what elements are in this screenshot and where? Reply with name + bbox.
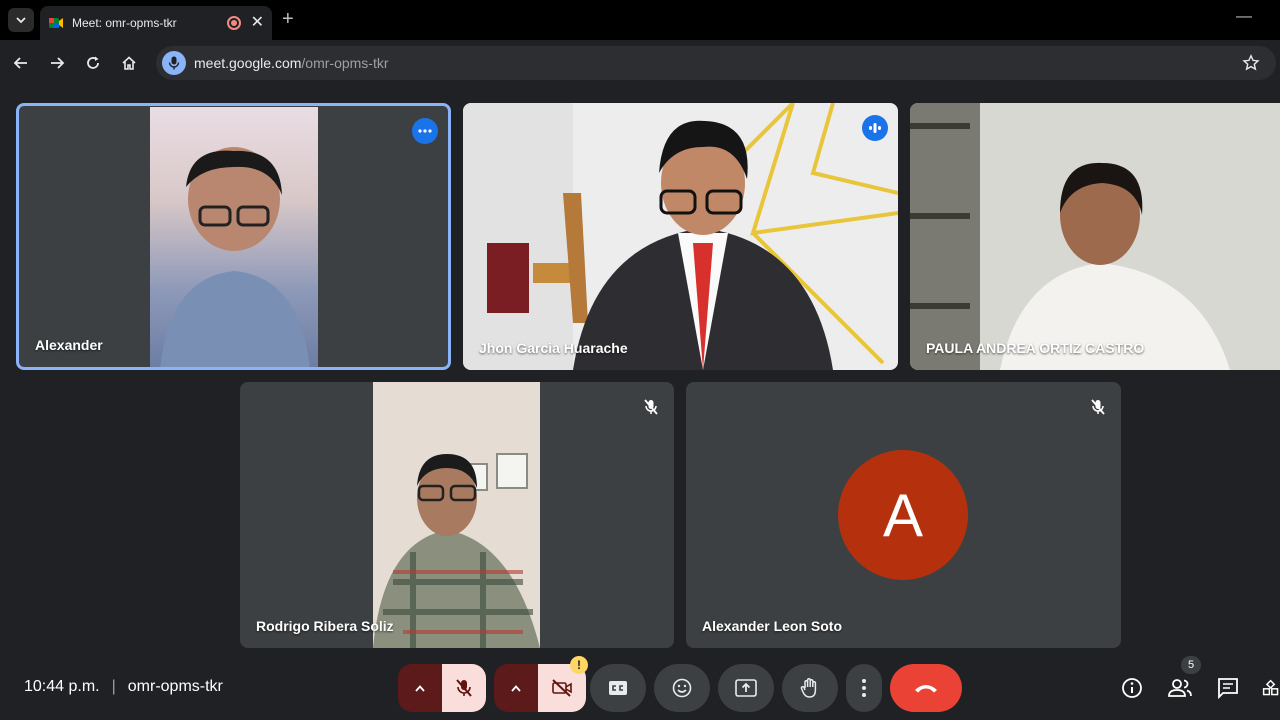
participant-name: Alexander: [35, 337, 103, 353]
audio-options-button[interactable]: [398, 664, 442, 712]
chevron-up-icon: [511, 685, 521, 692]
more-options-icon[interactable]: [412, 118, 438, 144]
toggle-microphone-button[interactable]: [442, 664, 486, 712]
person-silhouette: [910, 103, 1230, 370]
browser-toolbar: meet.google.com/omr-opms-tkr: [0, 40, 1280, 86]
toggle-camera-button[interactable]: !: [538, 656, 588, 712]
microphone-off-icon: [456, 679, 472, 697]
new-tab-button[interactable]: +: [282, 9, 294, 29]
participant-tile[interactable]: Jhon Garcia Huarache: [463, 103, 898, 370]
reload-button[interactable]: [82, 52, 104, 74]
microphone-muted-icon: [1091, 399, 1105, 415]
participant-tile[interactable]: Rodrigo Ribera Soliz: [240, 382, 674, 648]
camera-control: !: [494, 656, 588, 712]
reactions-button[interactable]: [654, 664, 710, 712]
home-icon: [122, 56, 136, 70]
tab-strip: Meet: omr-opms-tkr ✕ + —: [0, 0, 1280, 40]
home-button[interactable]: [118, 52, 140, 74]
chevron-up-icon: [415, 685, 425, 692]
microphone-control: [398, 664, 486, 712]
microphone-muted-icon: [644, 399, 658, 415]
person-silhouette: [373, 453, 540, 648]
reload-icon: [87, 56, 99, 69]
clock: 10:44 p.m.: [24, 678, 100, 695]
arrow-right-icon: [51, 57, 65, 69]
google-meet-icon: [49, 18, 63, 28]
meeting-controls-bar: 10:44 p.m. | omr-opms-tkr ! 5: [0, 656, 1280, 720]
meeting-code: omr-opms-tkr: [127, 678, 223, 695]
person-silhouette: [463, 103, 898, 370]
activities-icon: [1262, 679, 1279, 696]
present-screen-button[interactable]: [718, 664, 774, 712]
camera-off-icon: [552, 679, 572, 697]
present-screen-icon: [735, 679, 757, 697]
more-options-button[interactable]: [846, 664, 882, 712]
captions-button[interactable]: [590, 664, 646, 712]
participant-name: Rodrigo Ribera Soliz: [256, 618, 394, 634]
browser-tab[interactable]: Meet: omr-opms-tkr ✕: [40, 6, 272, 40]
activities-button[interactable]: [1262, 674, 1280, 702]
participant-tile[interactable]: A Alexander Leon Soto: [686, 382, 1121, 648]
chat-icon: [1218, 678, 1238, 699]
more-vert-icon: [862, 679, 866, 697]
video-options-button[interactable]: [494, 664, 538, 712]
speaking-indicator-icon: [862, 115, 888, 141]
end-call-icon: [915, 685, 937, 693]
meeting-details-button[interactable]: [1118, 674, 1146, 702]
chevron-down-icon: [16, 17, 26, 24]
participant-video: [373, 382, 540, 648]
recording-icon: [226, 16, 241, 30]
people-count-badge: 5: [1181, 656, 1201, 674]
tab-search-button[interactable]: [8, 8, 34, 32]
hand-icon: [800, 678, 817, 698]
participant-name: PAULA ANDREA ORTIZ CASTRO: [926, 340, 1145, 356]
participant-name: Alexander Leon Soto: [702, 618, 843, 634]
participant-video: [910, 103, 1280, 370]
bookmark-star-icon[interactable]: [1242, 54, 1260, 72]
separator: |: [111, 678, 116, 695]
people-button[interactable]: [1166, 674, 1194, 702]
back-button[interactable]: [10, 52, 32, 74]
raise-hand-button[interactable]: [782, 664, 838, 712]
url-path: /omr-opms-tkr: [301, 55, 389, 71]
people-icon: [1168, 679, 1192, 697]
tab-title: Meet: omr-opms-tkr: [72, 16, 177, 30]
person-silhouette: [160, 147, 310, 367]
avatar: A: [838, 450, 968, 580]
captions-icon: [609, 681, 627, 695]
chat-button[interactable]: [1214, 674, 1242, 702]
emoji-icon: [672, 678, 692, 698]
minimize-button[interactable]: —: [1236, 8, 1252, 26]
arrow-left-icon: [13, 57, 27, 69]
warning-icon: !: [570, 656, 588, 674]
participant-tile[interactable]: Alexander: [16, 103, 451, 370]
address-bar[interactable]: meet.google.com/omr-opms-tkr: [156, 46, 1276, 80]
participant-video: [150, 107, 318, 367]
tab-close-button[interactable]: ✕: [251, 15, 264, 31]
meeting-info: 10:44 p.m. | omr-opms-tkr: [24, 678, 223, 696]
participant-video: [463, 103, 898, 370]
microphone-icon: [162, 51, 186, 75]
participant-tile[interactable]: PAULA ANDREA ORTIZ CASTRO: [910, 103, 1280, 370]
forward-button[interactable]: [46, 52, 68, 74]
participant-name: Jhon Garcia Huarache: [479, 340, 628, 356]
url-host: meet.google.com: [194, 55, 302, 71]
leave-call-button[interactable]: [890, 664, 962, 712]
info-icon: [1122, 678, 1142, 698]
